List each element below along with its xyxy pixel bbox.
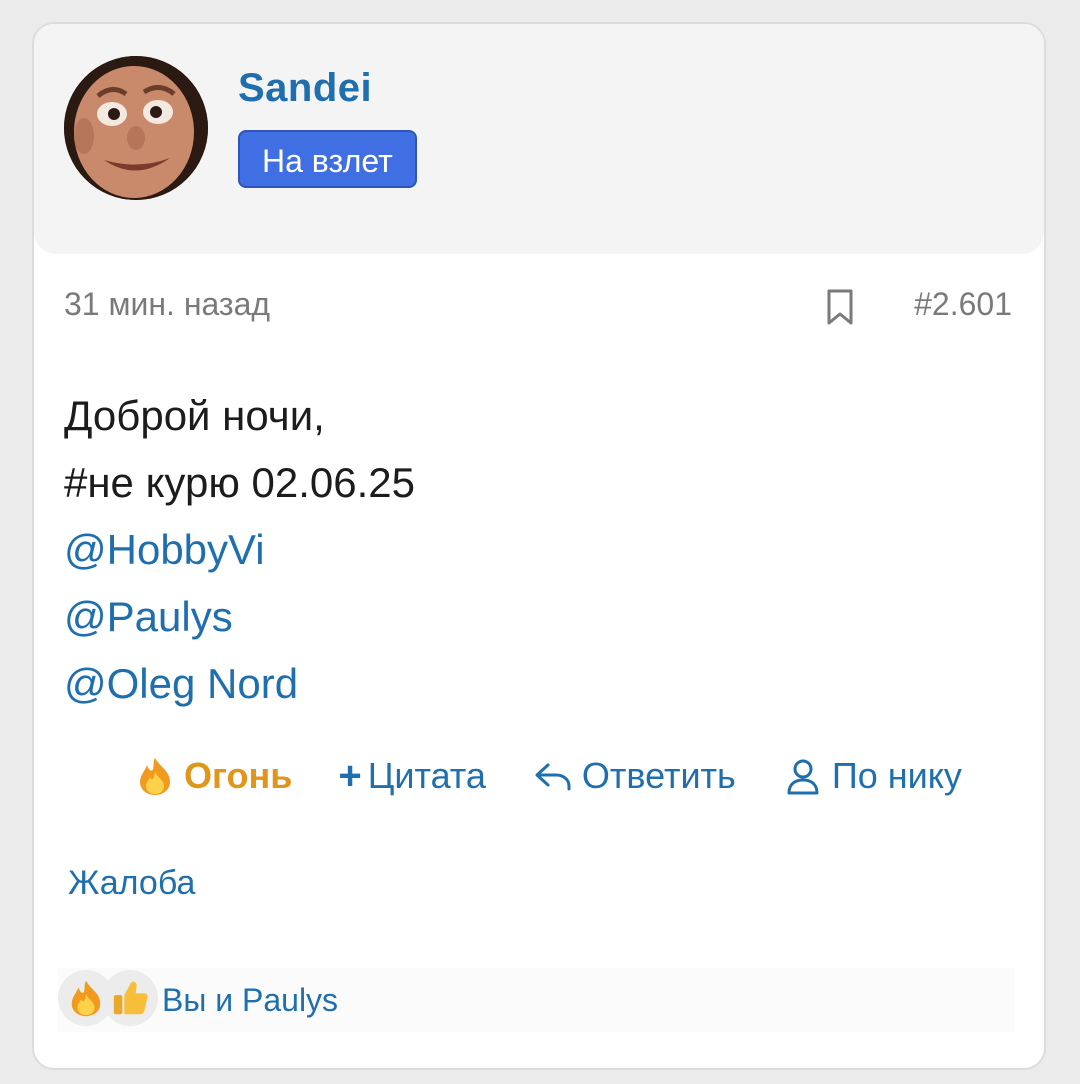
post-content: Доброй ночи, #не курю 02.06.25 @HobbyVi … bbox=[64, 382, 415, 717]
quote-label: Цитата bbox=[367, 755, 486, 796]
bookmark-icon[interactable] bbox=[826, 288, 854, 326]
reply-icon bbox=[535, 763, 571, 791]
face-avatar-icon bbox=[64, 56, 208, 200]
post-number[interactable]: #2.601 bbox=[914, 286, 1012, 323]
post-actions: Огонь + Цитата Ответить По нику bbox=[134, 750, 962, 802]
reaction-icons bbox=[58, 968, 158, 1032]
post-text-line: #не курю 02.06.25 bbox=[64, 459, 415, 506]
post-text-line: Доброй ночи, bbox=[64, 392, 325, 439]
thumbs-up-icon bbox=[113, 981, 148, 1015]
plus-icon: + bbox=[338, 753, 362, 798]
mention-link[interactable]: @Oleg Nord bbox=[64, 650, 415, 717]
user-avatar[interactable] bbox=[64, 56, 208, 200]
by-nick-button[interactable]: По нику bbox=[782, 755, 962, 797]
by-nick-label: По нику bbox=[831, 755, 962, 796]
reply-label: Ответить bbox=[581, 755, 736, 796]
fire-button[interactable]: Огонь bbox=[134, 755, 292, 797]
complaint-link[interactable]: Жалоба bbox=[68, 864, 195, 903]
thumbs-up-reaction bbox=[102, 970, 158, 1026]
reactions-text: Вы и Paulys bbox=[162, 981, 339, 1018]
mention-link[interactable]: @HobbyVi bbox=[64, 516, 415, 583]
fire-icon bbox=[71, 980, 101, 1017]
reply-button[interactable]: Ответить bbox=[532, 755, 736, 797]
fire-icon bbox=[140, 758, 170, 795]
user-icon bbox=[787, 759, 819, 795]
reactions-bar[interactable]: Вы и Paulys bbox=[58, 968, 1014, 1032]
post-header: Sandei На взлет bbox=[34, 24, 1044, 254]
fire-label: Огонь bbox=[184, 755, 293, 796]
post-time: 31 мин. назад bbox=[64, 286, 271, 322]
post-card: Sandei На взлет 31 мин. назад #2.601 Доб… bbox=[32, 22, 1046, 1070]
quote-button[interactable]: + Цитата bbox=[338, 754, 486, 799]
user-rank-badge: На взлет bbox=[238, 130, 417, 188]
mention-link[interactable]: @Paulys bbox=[64, 583, 415, 650]
username[interactable]: Sandei bbox=[238, 66, 372, 111]
